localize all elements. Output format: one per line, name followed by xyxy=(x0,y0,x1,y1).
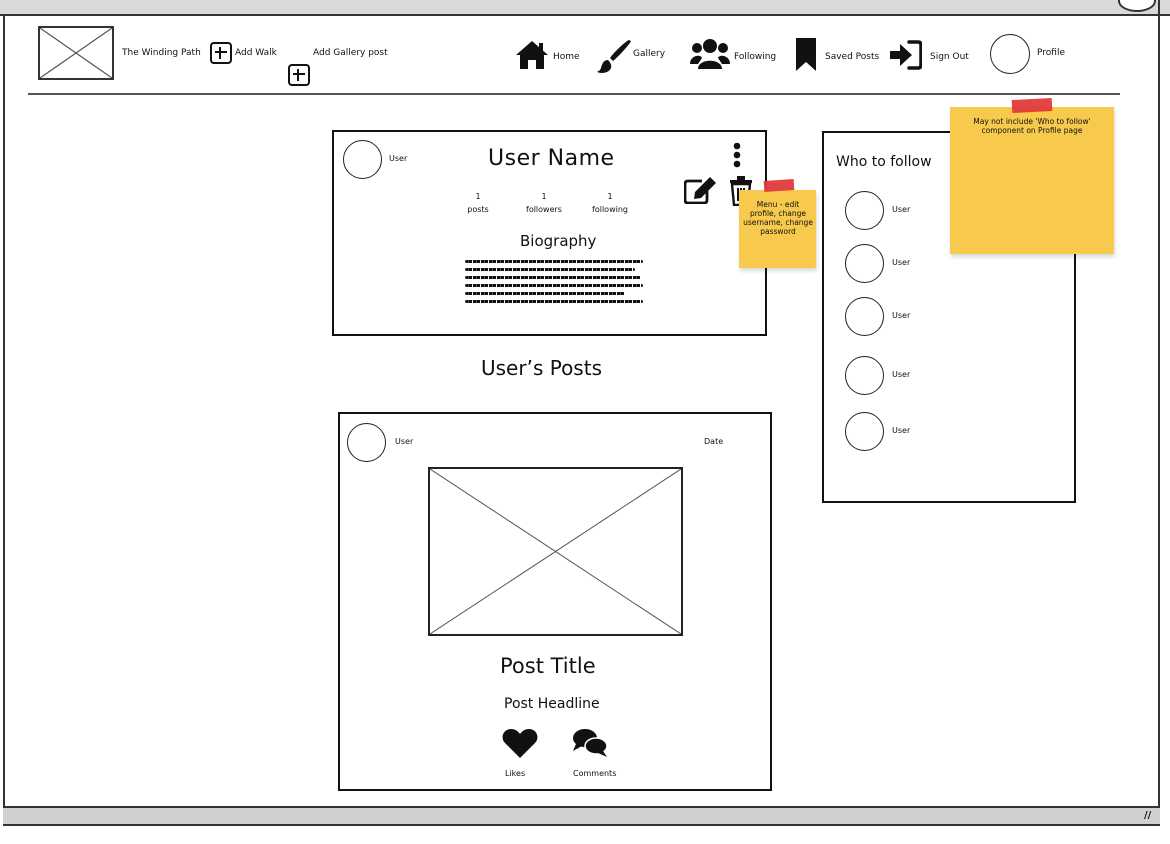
posts-count: 1 xyxy=(475,192,481,201)
profile-avatar[interactable] xyxy=(990,34,1030,74)
post-title[interactable]: Post Title xyxy=(500,654,596,678)
followers-count[interactable]: 1 xyxy=(534,192,554,201)
profile-user-name: User Name xyxy=(488,146,615,171)
suggested-user-avatar[interactable] xyxy=(845,412,884,451)
home-icon[interactable] xyxy=(515,40,549,70)
who-to-follow-heading: Who to follow xyxy=(836,154,932,170)
suggested-user-avatar[interactable] xyxy=(845,191,884,230)
posts-label: posts xyxy=(467,205,489,214)
sticky-note-menu-text: Menu - edit profile, change username, ch… xyxy=(743,200,813,236)
nav-gallery-link[interactable]: Gallery xyxy=(633,49,665,59)
suggested-user-avatar[interactable] xyxy=(845,244,884,283)
followers-label[interactable]: followers xyxy=(519,205,569,214)
profile-card-user-label: User xyxy=(389,154,408,163)
nav-saved-posts-link[interactable]: Saved Posts xyxy=(825,52,879,62)
comments-label[interactable]: Comments xyxy=(573,769,616,778)
post-image-placeholder[interactable] xyxy=(428,467,683,636)
heart-icon[interactable] xyxy=(502,728,538,762)
logo-image-placeholder[interactable] xyxy=(38,26,114,80)
resize-grip-icon[interactable]: // xyxy=(1144,810,1151,821)
post-date: Date xyxy=(704,437,724,446)
profile-card-avatar[interactable] xyxy=(343,140,382,179)
users-posts-heading: User’s Posts xyxy=(481,356,602,380)
suggested-user-name[interactable]: User xyxy=(892,258,910,267)
suggested-user-name[interactable]: User xyxy=(892,205,910,214)
add-walk-icon[interactable] xyxy=(210,42,232,64)
suggested-user-name[interactable]: User xyxy=(892,370,910,379)
post-author-avatar[interactable] xyxy=(347,423,386,462)
brand-name[interactable]: The Winding Path xyxy=(122,48,201,58)
following-label[interactable]: following xyxy=(585,205,635,214)
sticky-tape xyxy=(763,178,795,193)
likes-label[interactable]: Likes xyxy=(505,769,525,778)
nav-sign-out-link[interactable]: Sign Out xyxy=(930,52,969,62)
browser-status-bar xyxy=(3,806,1160,826)
sticky-tape xyxy=(1011,97,1053,114)
following-count[interactable]: 1 xyxy=(600,192,620,201)
browser-frame-left xyxy=(3,14,5,824)
suggested-user-name[interactable]: User xyxy=(892,311,910,320)
sign-in-icon[interactable] xyxy=(890,40,922,70)
nav-home-link[interactable]: Home xyxy=(553,52,580,62)
add-gallery-icon[interactable] xyxy=(288,64,310,86)
add-walk-link[interactable]: Add Walk xyxy=(235,48,277,58)
sticky-note-follow-text: May not include 'Who to follow' componen… xyxy=(973,117,1091,135)
comments-icon[interactable] xyxy=(572,728,608,762)
nav-following-link[interactable]: Following xyxy=(734,52,776,62)
paintbrush-icon[interactable] xyxy=(596,38,632,74)
add-gallery-post-link[interactable]: Add Gallery post xyxy=(313,48,388,58)
edit-icon[interactable] xyxy=(683,176,718,208)
users-icon[interactable] xyxy=(690,38,730,70)
biography-heading: Biography xyxy=(520,232,597,250)
kebab-menu-icon[interactable] xyxy=(733,142,741,172)
browser-frame-right xyxy=(1158,0,1160,824)
suggested-user-avatar[interactable] xyxy=(845,356,884,395)
post-author-name[interactable]: User xyxy=(395,437,413,446)
bookmark-icon[interactable] xyxy=(794,38,818,71)
nav-profile-link[interactable]: Profile xyxy=(1037,48,1065,58)
suggested-user-avatar[interactable] xyxy=(845,297,884,336)
browser-top-bar xyxy=(0,0,1170,16)
post-headline: Post Headline xyxy=(504,696,600,712)
biography-text-placeholder xyxy=(465,260,643,303)
suggested-user-name[interactable]: User xyxy=(892,426,910,435)
nav-divider xyxy=(28,93,1120,95)
